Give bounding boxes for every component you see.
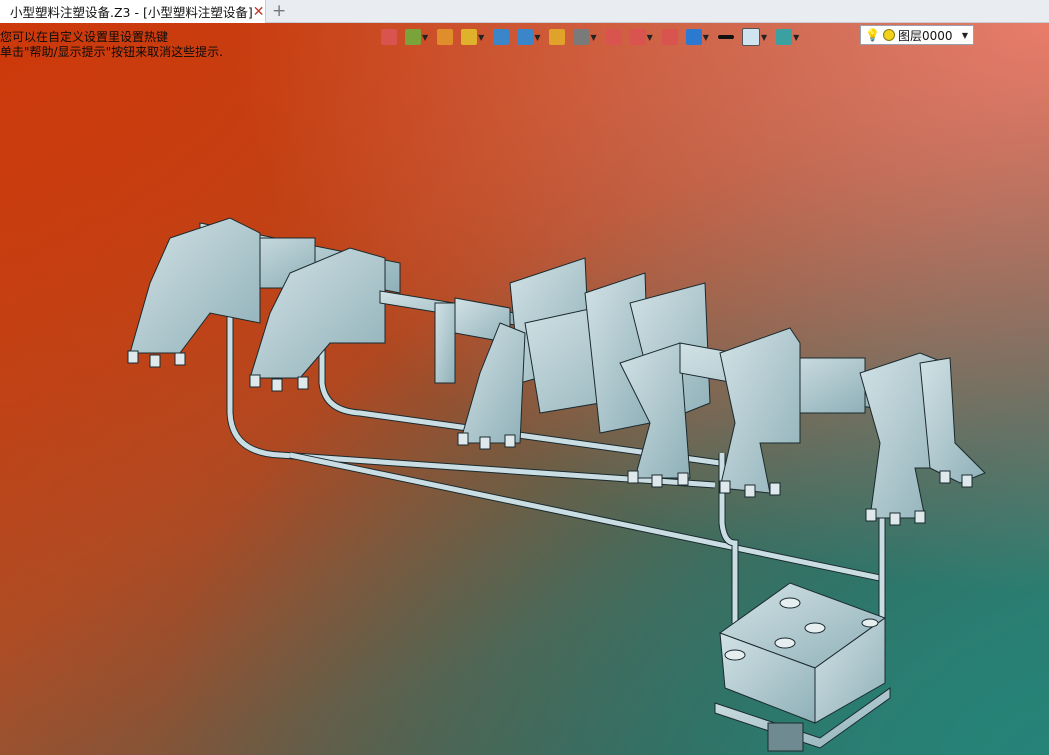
tab-bar: 小型塑料注塑设备.Z3 - [小型塑料注塑设备] ✕ + [0, 0, 1049, 23]
new-tab-button[interactable]: + [272, 1, 286, 21]
injection-machine-model[interactable] [0, 23, 1049, 755]
3d-viewport[interactable]: 您可以在自定义设置里设置热键 单击"帮助/显示提示"按钮来取消这些提示. ▼ ▼ ▼… [0, 23, 1049, 755]
tab-title: 小型塑料注塑设备.Z3 - [小型塑料注塑设备] [10, 5, 253, 20]
close-tab-icon[interactable]: ✕ [253, 4, 265, 20]
document-tab[interactable]: 小型塑料注塑设备.Z3 - [小型塑料注塑设备] ✕ [0, 0, 266, 23]
